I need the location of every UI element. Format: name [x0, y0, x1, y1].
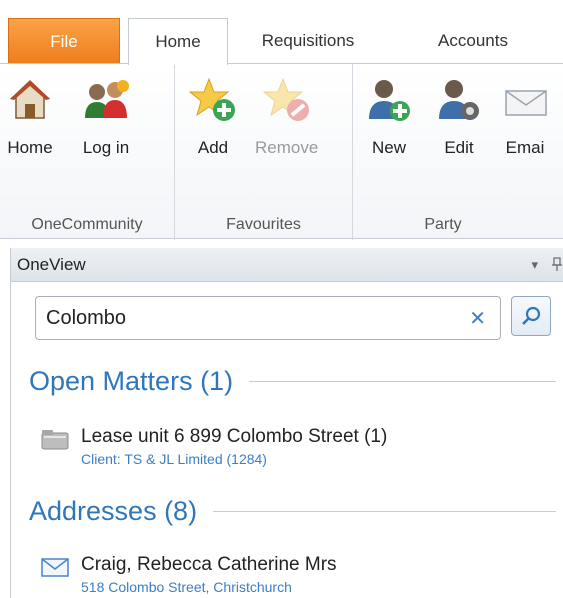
new-party-button-label: New — [371, 138, 406, 157]
add-favourite-button-label: Add — [197, 138, 229, 157]
group-onecommunity: Home Log in OneCommunity — [0, 64, 175, 240]
addresses-heading-text: Addresses (8) — [29, 496, 198, 526]
home-button-label: Home — [7, 138, 53, 157]
tab-requisitions[interactable]: Requisitions — [240, 18, 376, 64]
address-line-link[interactable]: 518 Colombo Street, Christchurch — [81, 579, 337, 595]
remove-favourite-button[interactable]: Remove — [255, 74, 318, 158]
oneview-panel-header: OneView ▾ — [11, 248, 563, 282]
email-icon — [499, 74, 551, 126]
chevron-down-icon[interactable]: ▾ — [531, 257, 538, 273]
folder-icon — [41, 428, 71, 450]
search-input[interactable] — [46, 306, 446, 330]
new-party-button[interactable]: New — [363, 74, 415, 158]
ribbon-tab-bar: File Home Requisitions Accounts — [0, 0, 563, 65]
group-label-onecommunity: OneCommunity — [31, 216, 143, 233]
address-name[interactable]: Craig, Rebecca Catherine Mrs — [81, 554, 337, 576]
panel-controls: ▾ — [531, 248, 563, 282]
remove-favourite-button-label: Remove — [255, 138, 319, 157]
envelope-icon — [41, 556, 71, 578]
edit-party-button-label: Edit — [444, 138, 474, 157]
tab-file[interactable]: File — [8, 18, 120, 64]
search-button[interactable] — [511, 296, 551, 336]
group-label-favourites: Favourites — [226, 216, 301, 233]
pin-icon[interactable] — [552, 256, 562, 274]
log-in-button[interactable]: Log in — [80, 74, 132, 158]
clear-icon[interactable]: ✕ — [469, 306, 486, 331]
address-list-item[interactable]: Craig, Rebecca Catherine Mrs 518 Colombo… — [41, 554, 337, 595]
tab-accounts[interactable]: Accounts — [408, 18, 538, 64]
person-add-icon — [363, 74, 415, 126]
addresses-heading: Addresses (8) — [29, 496, 563, 527]
section-divider — [213, 511, 556, 512]
group-party: New Edit Emai Party — [353, 64, 563, 240]
matter-list-item[interactable]: Lease unit 6 899 Colombo Street (1) Clie… — [41, 426, 387, 467]
log-in-button-label: Log in — [82, 138, 130, 157]
search-field[interactable]: ✕ — [35, 296, 501, 340]
email-party-button-label: Emai — [505, 138, 545, 157]
matter-client-link[interactable]: Client: TS & JL Limited (1284) — [81, 451, 387, 467]
oneview-panel: OneView ▾ ✕ Open Matters (1) L — [10, 248, 563, 598]
star-remove-icon — [261, 74, 313, 126]
open-matters-heading-text: Open Matters (1) — [29, 366, 234, 396]
home-button[interactable]: Home — [4, 74, 56, 158]
edit-party-button[interactable]: Edit — [433, 74, 485, 158]
ribbon: Home Log in OneCommunity Add Remove Favo… — [0, 63, 563, 240]
search-icon — [522, 306, 541, 325]
house-icon — [4, 74, 56, 126]
section-divider — [249, 381, 556, 382]
matter-title[interactable]: Lease unit 6 899 Colombo Street (1) — [81, 426, 387, 448]
email-party-button[interactable]: Emai — [499, 74, 551, 158]
users-icon — [80, 74, 132, 126]
oneview-title: OneView — [17, 254, 86, 274]
tab-home[interactable]: Home — [128, 18, 228, 65]
star-add-icon — [187, 74, 239, 126]
add-favourite-button[interactable]: Add — [187, 74, 239, 158]
group-favourites: Add Remove Favourites — [175, 64, 353, 240]
open-matters-heading: Open Matters (1) — [29, 366, 563, 397]
person-edit-icon — [433, 74, 485, 126]
group-label-party: Party — [424, 216, 462, 233]
